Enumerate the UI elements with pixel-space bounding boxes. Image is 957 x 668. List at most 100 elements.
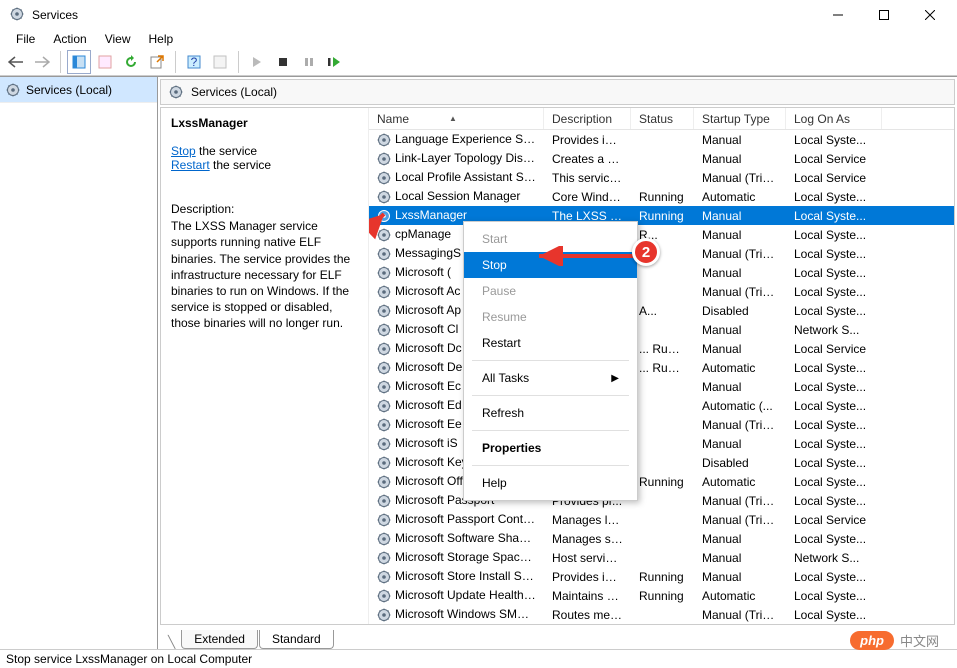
cell-name: Language Experience Service: [369, 132, 544, 147]
properties-button[interactable]: [67, 50, 91, 74]
restart-service-link[interactable]: Restart: [171, 158, 210, 172]
stop-service-link[interactable]: Stop: [171, 144, 196, 158]
service-icon: [377, 152, 391, 166]
menu-item-restart[interactable]: Restart: [464, 330, 637, 356]
export-button[interactable]: [145, 50, 169, 74]
table-row[interactable]: Microsoft AcManual (Trig...Local Syste..…: [369, 282, 954, 301]
menu-item-help[interactable]: Help: [464, 470, 637, 496]
table-row[interactable]: Microsoft De... RunningAutomaticLocal Sy…: [369, 358, 954, 377]
list-body[interactable]: Language Experience Service Provides inf.…: [369, 130, 954, 624]
services-icon: [6, 83, 20, 97]
cell-description: Manages so...: [544, 532, 631, 546]
cell-logon: Local Syste...: [786, 361, 882, 375]
table-row[interactable]: Microsoft PassportProvides pr...Manual (…: [369, 491, 954, 510]
cell-status: Running: [631, 475, 694, 489]
column-logon[interactable]: Log On As: [786, 108, 882, 129]
table-row[interactable]: Local Session ManagerCore Windo...Runnin…: [369, 187, 954, 206]
table-row[interactable]: Microsoft (ManualLocal Syste...: [369, 263, 954, 282]
tree-node-services-local[interactable]: Services (Local): [0, 77, 157, 103]
table-row[interactable]: Microsoft Update Health Se...Maintains U…: [369, 586, 954, 605]
table-row[interactable]: Microsoft EdAutomatic (...Local Syste...: [369, 396, 954, 415]
cell-startup: Manual (Trig...: [694, 247, 786, 261]
table-row[interactable]: Language Experience ServiceProvides inf.…: [369, 130, 954, 149]
table-row[interactable]: Microsoft Passport ContainerManages lo..…: [369, 510, 954, 529]
table-row[interactable]: Local Profile Assistant ServiceThis serv…: [369, 168, 954, 187]
cell-logon: Network S...: [786, 551, 882, 565]
table-row[interactable]: Microsoft Storage Spaces S...Host servic…: [369, 548, 954, 567]
menu-item-stop[interactable]: Stop: [464, 252, 637, 278]
cell-description: Provides inf...: [544, 570, 631, 584]
sort-ascending-icon: ▲: [449, 114, 457, 123]
tab-standard[interactable]: Standard: [259, 630, 334, 649]
table-row[interactable]: Link-Layer Topology Discov...Creates a N…: [369, 149, 954, 168]
column-startup[interactable]: Startup Type: [694, 108, 786, 129]
help-button[interactable]: ?: [182, 50, 206, 74]
cell-name: Microsoft Storage Spaces S...: [369, 550, 544, 565]
service-icon: [377, 475, 391, 489]
table-row[interactable]: Microsoft Keyboard FilterControls ke...D…: [369, 453, 954, 472]
menu-help[interactable]: Help: [141, 30, 182, 48]
context-menu[interactable]: Start Stop Pause Resume Restart All Task…: [463, 221, 638, 501]
watermark-text: 中文网: [900, 631, 939, 650]
table-row[interactable]: Microsoft iSManualLocal Syste...: [369, 434, 954, 453]
column-status[interactable]: Status: [631, 108, 694, 129]
pause-service-button[interactable]: [297, 50, 321, 74]
table-row[interactable]: cpManageR...ManualLocal Syste...: [369, 225, 954, 244]
table-row[interactable]: Microsoft ClManualNetwork S...: [369, 320, 954, 339]
menu-item-pause: Pause: [464, 278, 637, 304]
cell-startup: Manual: [694, 570, 786, 584]
table-row[interactable]: Microsoft Dc... RunningManualLocal Servi…: [369, 339, 954, 358]
table-row[interactable]: Microsoft Office Click-to-R...Manages re…: [369, 472, 954, 491]
minimize-button[interactable]: [815, 0, 861, 30]
cell-logon: Local Syste...: [786, 418, 882, 432]
table-row[interactable]: Microsoft EeManual (Trig...Local Syste..…: [369, 415, 954, 434]
refresh-button[interactable]: [119, 50, 143, 74]
table-row[interactable]: Microsoft EcManualLocal Syste...: [369, 377, 954, 396]
column-name[interactable]: Name▲: [369, 108, 544, 129]
cell-logon: Local Syste...: [786, 475, 882, 489]
help-button-2[interactable]: [208, 50, 232, 74]
menu-file[interactable]: File: [8, 30, 43, 48]
table-row[interactable]: LxssManagerThe LXSS M...RunningManualLoc…: [369, 206, 954, 225]
column-description[interactable]: Description: [544, 108, 631, 129]
cell-name: Local Profile Assistant Service: [369, 170, 544, 185]
table-row[interactable]: Microsoft Store Install ServiceProvides …: [369, 567, 954, 586]
table-row[interactable]: Microsoft Windows SMS Ro...Routes mes...…: [369, 605, 954, 624]
services-list-pane[interactable]: Name▲ Description Status Startup Type Lo…: [369, 108, 954, 624]
restart-service-button[interactable]: [323, 50, 347, 74]
toolbar-separator: [175, 51, 176, 73]
menu-item-all-tasks[interactable]: All Tasks▶: [464, 365, 637, 391]
table-row[interactable]: Microsoft ApA...DisabledLocal Syste...: [369, 301, 954, 320]
cell-logon: Local Service: [786, 171, 882, 185]
service-icon: [377, 190, 391, 204]
cell-startup: Manual (Trig...: [694, 608, 786, 622]
cell-name: Microsoft Store Install Service: [369, 569, 544, 584]
cell-startup: Manual: [694, 532, 786, 546]
forward-button[interactable]: [30, 50, 54, 74]
menu-item-properties[interactable]: Properties: [464, 435, 637, 461]
service-icon: [377, 608, 391, 622]
tab-extended[interactable]: Extended: [181, 630, 258, 649]
start-service-button[interactable]: [245, 50, 269, 74]
service-icon: [377, 494, 391, 508]
table-row[interactable]: Microsoft Software Shadow...Manages so..…: [369, 529, 954, 548]
table-row[interactable]: MessagingSManual (Trig...Local Syste...: [369, 244, 954, 263]
cell-startup: Manual: [694, 437, 786, 451]
menu-action[interactable]: Action: [45, 30, 94, 48]
delete-button[interactable]: [93, 50, 117, 74]
menu-item-refresh[interactable]: Refresh: [464, 400, 637, 426]
cell-startup: Automatic: [694, 589, 786, 603]
menu-divider: [472, 360, 629, 361]
stop-service-button[interactable]: [271, 50, 295, 74]
tabs-backslash: ╲: [168, 635, 175, 649]
service-icon: [377, 247, 391, 261]
menu-item-start: Start: [464, 226, 637, 252]
back-button[interactable]: [4, 50, 28, 74]
menu-view[interactable]: View: [97, 30, 139, 48]
cell-logon: Local Syste...: [786, 456, 882, 470]
left-tree-pane[interactable]: Services (Local): [0, 77, 158, 649]
maximize-button[interactable]: [861, 0, 907, 30]
titlebar[interactable]: Services: [0, 0, 957, 30]
close-button[interactable]: [907, 0, 953, 30]
cell-logon: Local Syste...: [786, 380, 882, 394]
